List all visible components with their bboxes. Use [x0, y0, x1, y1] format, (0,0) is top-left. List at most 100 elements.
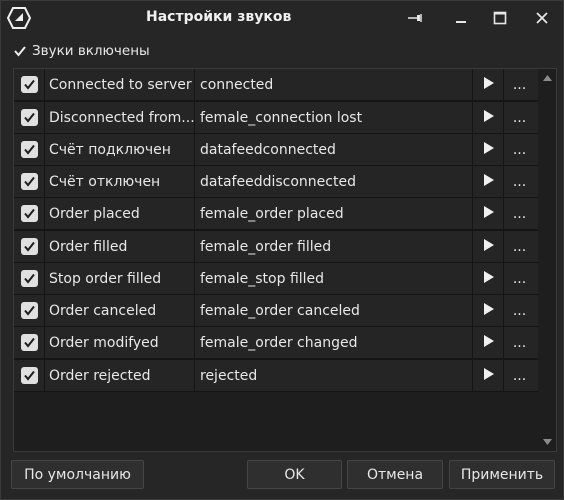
browse-sound-button[interactable]: ...: [504, 134, 535, 165]
sound-enabled-cell[interactable]: [14, 166, 45, 197]
default-button[interactable]: По умолчанию: [11, 460, 144, 489]
play-sound-button[interactable]: [473, 295, 504, 326]
sounds-enabled-label: Звуки включены: [32, 43, 150, 59]
apply-button[interactable]: Применить: [449, 460, 555, 489]
sound-file-name[interactable]: female_order filled: [195, 231, 473, 262]
play-icon: [483, 270, 494, 287]
play-icon: [483, 302, 494, 319]
sound-row[interactable]: Счёт подключен datafeedconnected ...: [14, 134, 538, 166]
play-icon: [483, 173, 494, 190]
sound-file-name[interactable]: datafeeddisconnected: [195, 166, 473, 197]
title-bar[interactable]: Настройки звуков: [1, 1, 563, 35]
sound-file-name[interactable]: female_stop filled: [195, 263, 473, 294]
browse-sound-button[interactable]: ...: [504, 231, 535, 262]
sound-enabled-cell[interactable]: [14, 102, 45, 133]
play-sound-button[interactable]: [473, 69, 504, 100]
sound-enabled-cell[interactable]: [14, 198, 45, 229]
close-icon[interactable]: [530, 7, 554, 29]
sound-rows: Connected to server connected ... Discon…: [14, 69, 538, 392]
sound-row[interactable]: Connected to server connected ...: [14, 69, 538, 102]
play-sound-button[interactable]: [473, 231, 504, 262]
sound-enabled-checkbox[interactable]: [20, 334, 38, 351]
sound-row[interactable]: Счёт отключен datafeeddisconnected ...: [14, 166, 538, 198]
play-icon: [483, 205, 494, 222]
sound-event-name: Connected to server: [45, 69, 195, 100]
sound-enabled-cell[interactable]: [14, 134, 45, 165]
sound-event-name: Disconnected from...: [45, 102, 195, 133]
app-logo-icon: [6, 7, 32, 29]
sound-enabled-checkbox[interactable]: [20, 109, 38, 126]
play-sound-button[interactable]: [473, 134, 504, 165]
scroll-down-icon[interactable]: [539, 435, 556, 449]
browse-sound-button[interactable]: ...: [504, 360, 535, 391]
browse-sound-button[interactable]: ...: [504, 295, 535, 326]
sound-enabled-checkbox[interactable]: [20, 302, 38, 319]
play-icon: [483, 238, 494, 255]
minimize-icon[interactable]: [449, 7, 473, 29]
sound-enabled-cell[interactable]: [14, 327, 45, 358]
sound-enabled-checkbox[interactable]: [20, 76, 38, 93]
sound-row[interactable]: Order canceled female_order canceled ...: [14, 295, 538, 327]
cancel-button[interactable]: Отмена: [347, 460, 443, 489]
sound-row[interactable]: Order filled female_order filled ...: [14, 231, 538, 263]
browse-sound-button[interactable]: ...: [504, 69, 535, 100]
browse-sound-button[interactable]: ...: [504, 263, 535, 294]
sound-enabled-cell[interactable]: [14, 295, 45, 326]
sound-file-name[interactable]: connected: [195, 69, 473, 100]
sound-file-name[interactable]: female_order canceled: [195, 295, 473, 326]
sound-row[interactable]: Order placed female_order placed ...: [14, 198, 538, 231]
sound-enabled-checkbox[interactable]: [20, 205, 38, 222]
sound-event-name: Order canceled: [45, 295, 195, 326]
sound-file-name[interactable]: female_order changed: [195, 327, 473, 358]
sound-enabled-checkbox[interactable]: [20, 141, 38, 158]
ok-button[interactable]: OK: [247, 460, 342, 489]
play-sound-button[interactable]: [473, 360, 504, 391]
play-icon: [483, 367, 494, 384]
sound-settings-window: Настройки звуков Звуки включены Connecte…: [0, 0, 564, 500]
sound-file-name[interactable]: datafeedconnected: [195, 134, 473, 165]
sound-file-name[interactable]: female_order placed: [195, 198, 473, 229]
sound-row[interactable]: Stop order filled female_stop filled ...: [14, 263, 538, 295]
play-sound-button[interactable]: [473, 263, 504, 294]
browse-sound-button[interactable]: ...: [504, 198, 535, 229]
browse-sound-button[interactable]: ...: [504, 166, 535, 197]
vertical-scrollbar[interactable]: [539, 69, 556, 451]
sounds-enabled-checkbox[interactable]: Звуки включены: [13, 42, 150, 60]
sound-event-name: Order rejected: [45, 360, 195, 391]
sound-file-name[interactable]: female_connection lost: [195, 102, 473, 133]
checkmark-icon: [13, 44, 27, 58]
sound-enabled-cell[interactable]: [14, 69, 45, 100]
sound-enabled-checkbox[interactable]: [20, 173, 38, 190]
play-icon: [483, 334, 494, 351]
browse-sound-button[interactable]: ...: [504, 102, 535, 133]
sound-enabled-cell[interactable]: [14, 263, 45, 294]
sound-event-name: Счёт отключен: [45, 166, 195, 197]
sound-event-name: Stop order filled: [45, 263, 195, 294]
sound-events-list[interactable]: Connected to server connected ... Discon…: [13, 68, 557, 452]
sound-file-name[interactable]: rejected: [195, 360, 473, 391]
play-icon: [483, 141, 494, 158]
sound-row[interactable]: Order modifyed female_order changed ...: [14, 327, 538, 360]
play-icon: [483, 76, 494, 93]
play-sound-button[interactable]: [473, 327, 504, 358]
sound-enabled-checkbox[interactable]: [20, 367, 38, 384]
sound-enabled-cell[interactable]: [14, 360, 45, 391]
sound-row[interactable]: Disconnected from... female_connection l…: [14, 102, 538, 134]
sound-event-name: Order filled: [45, 231, 195, 262]
sound-enabled-checkbox[interactable]: [20, 270, 38, 287]
sound-enabled-cell[interactable]: [14, 231, 45, 262]
browse-sound-button[interactable]: ...: [504, 327, 535, 358]
play-sound-button[interactable]: [473, 166, 504, 197]
sound-event-name: Order placed: [45, 198, 195, 229]
maximize-icon[interactable]: [488, 7, 512, 29]
scroll-up-icon[interactable]: [539, 71, 556, 85]
window-title: Настройки звуков: [146, 9, 292, 25]
sound-event-name: Счёт подключен: [45, 134, 195, 165]
sound-row[interactable]: Order rejected rejected ...: [14, 360, 538, 392]
play-icon: [483, 109, 494, 126]
pin-icon[interactable]: [403, 7, 427, 29]
play-sound-button[interactable]: [473, 198, 504, 229]
play-sound-button[interactable]: [473, 102, 504, 133]
sound-event-name: Order modifyed: [45, 327, 195, 358]
sound-enabled-checkbox[interactable]: [20, 238, 38, 255]
